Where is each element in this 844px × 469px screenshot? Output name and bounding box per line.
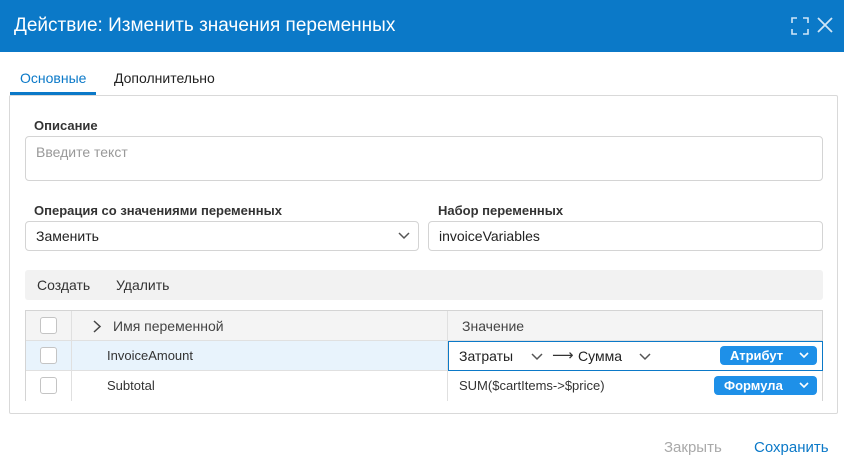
value-source[interactable]: Затраты	[459, 342, 513, 370]
column-header-name: Имя переменной	[113, 318, 224, 334]
close-button[interactable]: Закрыть	[664, 438, 722, 458]
value-target[interactable]: Сумма	[578, 342, 622, 370]
row-checkbox-cell	[26, 341, 72, 371]
description-label: Описание	[34, 118, 98, 133]
select-all-checkbox[interactable]	[40, 317, 57, 334]
chevron-down-icon[interactable]	[639, 352, 651, 361]
row-name-cell: Subtotal	[72, 371, 448, 401]
tab-additional[interactable]: Дополнительно	[114, 64, 215, 95]
chevron-down-icon[interactable]	[531, 352, 543, 361]
operation-value: Заменить	[36, 228, 99, 244]
chevron-down-icon	[799, 352, 809, 359]
variable-set-input[interactable]	[428, 221, 823, 251]
chevron-down-icon	[398, 232, 410, 240]
grid-toolbar: Создать Удалить	[25, 270, 823, 300]
variable-set-label: Набор переменных	[438, 203, 564, 218]
value-type-dropdown[interactable]: Атрибут	[720, 346, 817, 365]
operation-label: Операция со значениями переменных	[34, 203, 282, 218]
value-editor[interactable]: Затраты ⟶ Сумма Атрибут	[448, 341, 823, 371]
chevron-right-icon[interactable]	[92, 320, 102, 333]
value-formula[interactable]: SUM($cartItems->$price)	[459, 371, 605, 401]
row-checkbox[interactable]	[40, 347, 57, 364]
save-button[interactable]: Сохранить	[754, 438, 829, 458]
header-checkbox-cell	[26, 311, 72, 341]
row-checkbox[interactable]	[40, 377, 57, 394]
row-value-cell: SUM($cartItems->$price) Формула	[448, 371, 822, 401]
grid-header: Имя переменной Значение	[26, 311, 822, 341]
header-value-cell: Значение	[448, 311, 822, 341]
row-value-cell: Затраты ⟶ Сумма Атрибут	[448, 341, 823, 371]
maximize-icon[interactable]	[791, 17, 809, 35]
row-checkbox-cell	[26, 371, 72, 401]
dialog-title: Действие: Изменить значения переменных	[14, 15, 396, 36]
header-name-cell: Имя переменной	[72, 311, 448, 341]
column-header-value: Значение	[462, 318, 525, 334]
tab-main[interactable]: Основные	[10, 64, 97, 95]
close-icon[interactable]	[816, 16, 834, 34]
dialog-titlebar: Действие: Изменить значения переменных	[0, 0, 844, 52]
value-type-label: Формула	[724, 378, 783, 393]
delete-button[interactable]: Удалить	[116, 270, 169, 300]
chevron-down-icon	[799, 382, 809, 389]
variable-name: InvoiceAmount	[107, 348, 193, 363]
variables-grid: Имя переменной Значение InvoiceAmount За…	[25, 310, 823, 401]
value-type-label: Атрибут	[730, 348, 784, 363]
main-panel: Описание Операция со значениями переменн…	[9, 95, 838, 414]
value-type-dropdown[interactable]: Формула	[714, 376, 817, 395]
variable-name: Subtotal	[107, 378, 155, 393]
description-input[interactable]	[25, 136, 823, 181]
table-row[interactable]: Subtotal SUM($cartItems->$price) Формула	[26, 371, 822, 401]
arrow-right-icon: ⟶	[552, 347, 574, 364]
row-name-cell: InvoiceAmount	[72, 341, 448, 371]
table-row[interactable]: InvoiceAmount Затраты ⟶ Сумма Атрибут	[26, 341, 823, 371]
operation-select[interactable]: Заменить	[25, 221, 419, 251]
create-button[interactable]: Создать	[37, 270, 90, 300]
